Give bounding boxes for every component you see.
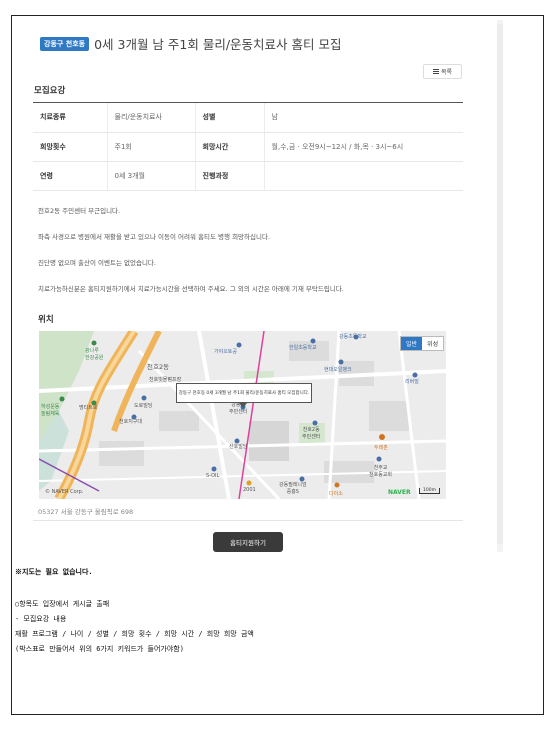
table-value: 주1회 <box>106 132 195 162</box>
description-line: 천호2동 주민센터 부근입니다. <box>38 207 121 215</box>
map-type-normal[interactable]: 일반 <box>401 337 423 350</box>
map-label-crossing: 천호지구대 <box>119 419 143 425</box>
section-title: 모집요강 <box>34 86 66 96</box>
map-label-gangdong-elem: 강동초등학교 <box>339 334 367 340</box>
note-line: ○항목도 입장에서 게시글 출패 <box>15 600 110 608</box>
region-badge: 강동구 천호동 <box>40 36 90 51</box>
recruit-info-table: 치료종류 물리/운동치료사 성별 남 희망횟수 주1회 희망시간 월,수,금 ·… <box>33 103 463 191</box>
naver-logo: NAVER <box>388 489 411 496</box>
map-type-toggle[interactable]: 일반 위성 <box>400 336 445 351</box>
map-label-hyundai: 현대오일뱅크 <box>324 367 352 373</box>
description-line: 치료가능하신분은 홈티지원하기에서 치료가능시간을 선택하여 주세요. 그 외의… <box>38 285 344 293</box>
list-button[interactable]: 목록 <box>423 64 462 79</box>
map-label-park: 광나루 한강공원 <box>85 348 104 361</box>
apply-button[interactable]: 홈티지원하기 <box>213 532 283 552</box>
map-info-popup: 강동구 천호동 0세 3개월 남 주1회 물리/운동치료사 홈티 모집합니다. <box>176 383 312 408</box>
map-label-millennium: 강동필레니엄 중흥S <box>279 482 307 495</box>
map-label-2001: 2001 <box>243 487 256 493</box>
map-label-cheonho2-center: 천호2동 주민센터 <box>302 427 321 440</box>
map-view[interactable]: 광나루 한강공원 천호2동 천호빗물펌프장 가야오토공 한일초등학교 강동초등학교… <box>39 331 446 499</box>
map-label-dure: 두레촌 <box>374 445 388 451</box>
map-label-church: 천주교 천호동교회 <box>369 465 393 478</box>
map-type-satellite[interactable]: 위성 <box>422 337 443 350</box>
table-value <box>263 161 463 191</box>
map-label-gaya: 가야오토공 <box>214 349 238 355</box>
table-value: 남 <box>263 103 463 133</box>
table-key: 진행과정 <box>194 161 264 191</box>
table-value: 물리/운동치료사 <box>106 103 195 133</box>
location-title: 위치 <box>38 315 54 325</box>
map-scale: 100m <box>419 488 440 494</box>
map-label-hanil: 한일초등학교 <box>289 345 317 351</box>
map-label-sports: 하성운동 놀림체육 <box>41 404 60 417</box>
map-label-sanho: 산호빌딩 <box>229 444 248 450</box>
map-label-pump: 천호빗물펌프장 <box>149 377 182 383</box>
post-title: 0세 3개월 남 주1회 물리/운동치료사 홈티 모집 <box>94 37 342 52</box>
map-label-myeongti: 명티트로 <box>79 405 98 411</box>
table-value: 월,수,금 · 오전9시~12시 / 화,목 · 3시~6시 <box>263 132 463 162</box>
description-line: 좌측 사경으로 병원에서 재활을 받고 있으나 이동이 어려워 홈티도 병행 희… <box>38 233 271 241</box>
note-line: 재활 프로그램 / 나이 / 성별 / 희망 횟수 / 희망 시간 / 희망 희… <box>15 630 254 638</box>
table-key: 치료종류 <box>33 103 107 133</box>
list-button-label: 목록 <box>440 70 453 76</box>
table-value: 0세 3개월 <box>106 161 195 191</box>
note-line: - 모집요강 내용 <box>15 615 67 623</box>
map-label-daiso: 다이소 <box>329 491 343 497</box>
table-row: 희망횟수 주1회 희망시간 월,수,금 · 오전9시~12시 / 화,목 · 3… <box>33 132 463 162</box>
table-key: 희망시간 <box>194 132 264 162</box>
map-label-soil: S-OIL <box>206 473 220 479</box>
post-header: 강동구 천호동 0세 3개월 남 주1회 물리/운동치료사 홈티 모집 <box>40 34 342 53</box>
table-key: 성별 <box>194 103 264 133</box>
table-row: 치료종류 물리/운동치료사 성별 남 <box>33 103 463 133</box>
address-text: 05327 서울 강동구 올림픽로 698 <box>38 508 134 516</box>
map-label-rivermall: 리버빌 <box>405 379 419 385</box>
description-line: 진단명 없으며 출산이 이벤트는 없었습니다. <box>38 259 156 267</box>
scrollbar-thumb[interactable] <box>497 24 503 544</box>
address-divider <box>33 520 463 521</box>
map-label-dong: 천호2동 <box>147 363 170 371</box>
table-key: 연령 <box>33 161 107 191</box>
table-key: 희망횟수 <box>33 132 107 162</box>
note-line: (박스표로 만들어서 위의 6가지 키워드가 들어가야함) <box>15 645 184 653</box>
table-row: 연령 0세 3개월 진행과정 <box>33 161 463 191</box>
list-icon <box>432 69 439 74</box>
map-copyright: © NAVER Corp. <box>45 489 84 495</box>
map-label-dodol: 도로빌딩 <box>134 403 153 409</box>
note-line: ※지도는 필요 없습니다. <box>15 568 93 576</box>
